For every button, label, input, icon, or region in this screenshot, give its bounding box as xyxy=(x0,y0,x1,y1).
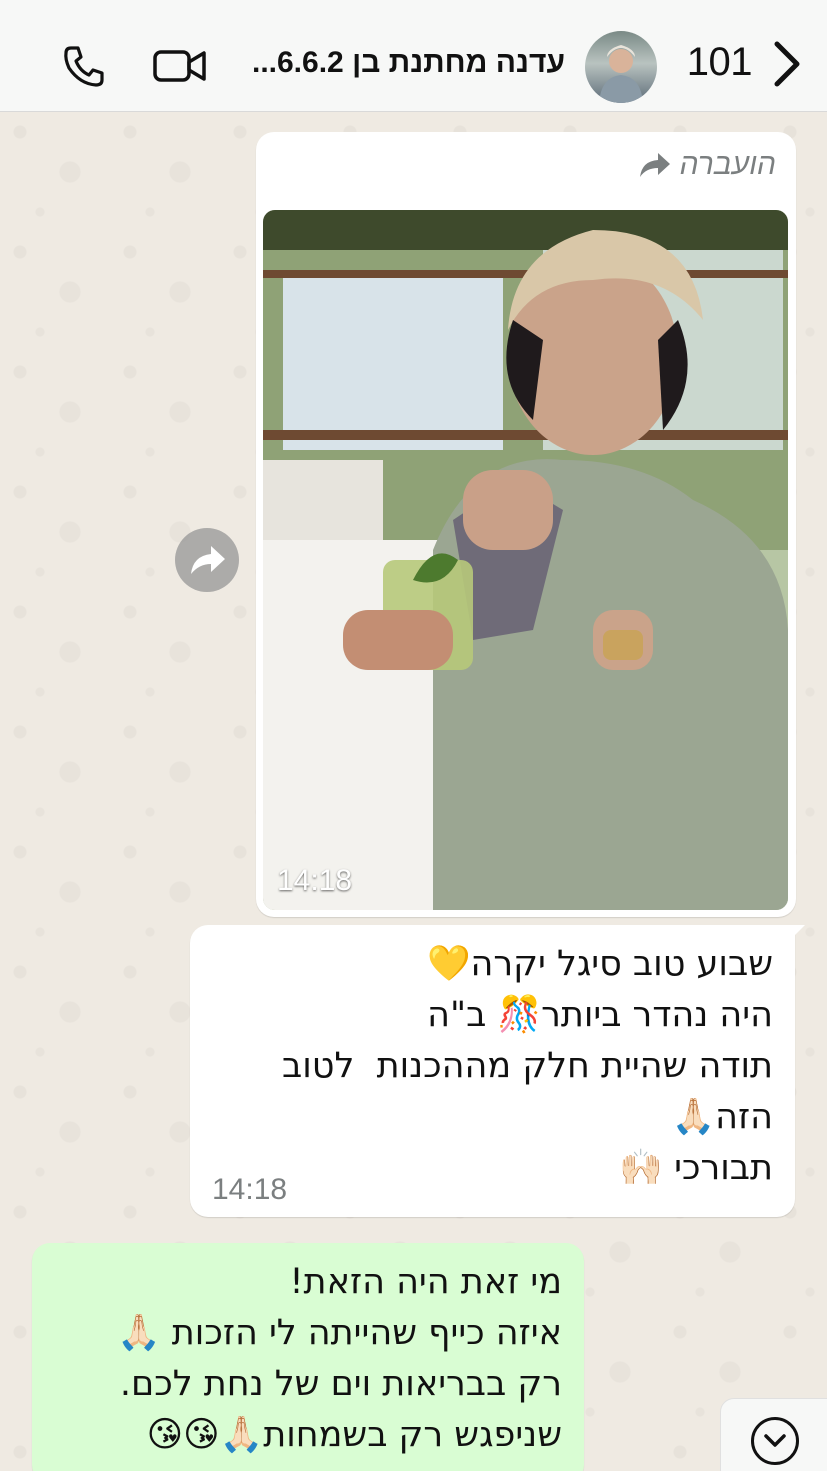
scroll-to-bottom-button[interactable] xyxy=(720,1398,827,1471)
message-text: שבוע טוב סיגל יקרה💛 היה נהדר ביותר🎊 ב"ה … xyxy=(282,944,773,1188)
photo-image xyxy=(263,210,788,910)
chevron-down-icon xyxy=(751,1417,799,1465)
message-timestamp: 14:18 xyxy=(212,1173,288,1206)
chevron-left-icon[interactable] xyxy=(769,38,805,90)
outgoing-text-message[interactable]: מי זאת היה הזאת! איזה כייף שהייתה לי הזכ… xyxy=(32,1243,584,1471)
forwarded-photo-message[interactable]: הועברה 14:18 xyxy=(256,132,796,917)
forward-arrow-icon xyxy=(639,153,670,177)
chat-header: 101 עדנה מחתנת בן 6.6.2... xyxy=(0,0,827,112)
phone-icon[interactable] xyxy=(62,44,106,88)
forwarded-indicator: הועברה xyxy=(638,148,776,182)
photo-timestamp: 14:18 xyxy=(277,864,353,897)
incoming-text-message[interactable]: שבוע טוב סיגל יקרה💛 היה נהדר ביותר🎊 ב"ה … xyxy=(190,925,805,1217)
video-camera-icon[interactable] xyxy=(152,46,208,86)
unread-count[interactable]: 101 xyxy=(687,40,753,85)
message-text: מי זאת היה הזאת! איזה כייף שהייתה לי הזכ… xyxy=(117,1262,562,1455)
forward-button[interactable] xyxy=(175,528,239,592)
message-photo[interactable]: 14:18 xyxy=(263,210,788,910)
avatar[interactable] xyxy=(585,31,657,103)
forwarded-label: הועברה xyxy=(679,148,776,181)
chat-title[interactable]: עדנה מחתנת בן 6.6.2... xyxy=(225,46,565,80)
share-arrow-icon xyxy=(191,546,225,574)
